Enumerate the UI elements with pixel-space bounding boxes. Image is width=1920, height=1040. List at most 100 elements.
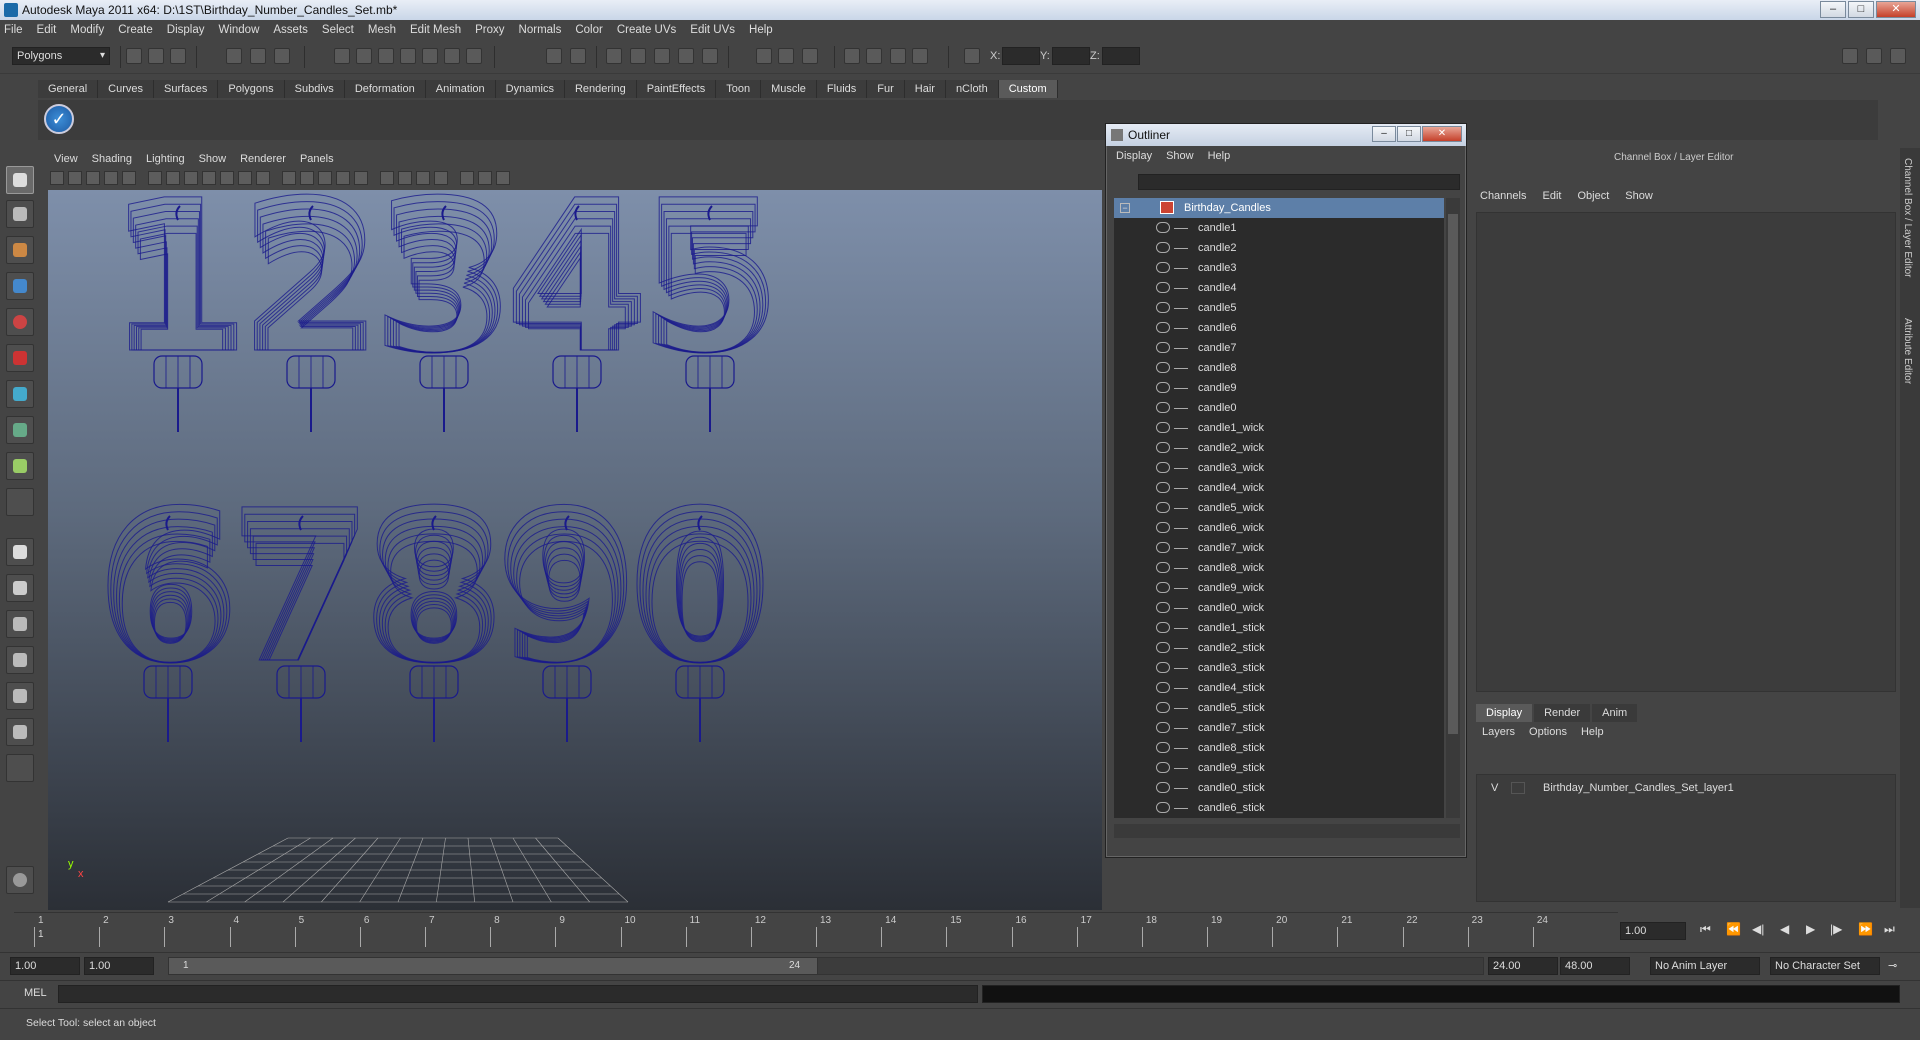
side-tab-attribute-editor[interactable]: Attribute Editor — [1902, 318, 1913, 384]
menu-set-dropdown[interactable]: Polygons — [12, 47, 110, 65]
step-back-key-icon[interactable]: ◀| — [1752, 922, 1764, 936]
outliner-vscrollbar[interactable] — [1446, 198, 1460, 818]
minimize-button[interactable]: – — [1820, 1, 1846, 18]
step-forward-key-icon[interactable]: |▶ — [1830, 922, 1842, 936]
render-view-icon[interactable] — [702, 48, 718, 64]
outliner-item[interactable]: candle5 — [1114, 298, 1444, 318]
close-button[interactable]: ✕ — [1876, 1, 1916, 18]
manipulator-tool-icon[interactable] — [6, 380, 34, 408]
layout-graph-icon[interactable] — [6, 718, 34, 746]
candle-5-mesh[interactable]: 555555 — [636, 190, 784, 432]
shelf-tab-animation[interactable]: Animation — [425, 80, 496, 98]
outliner-menu-help[interactable]: Help — [1208, 150, 1231, 162]
render-current-frame-icon[interactable] — [606, 48, 622, 64]
outliner-close-button[interactable]: ✕ — [1422, 126, 1462, 142]
hypershade-icon[interactable] — [678, 48, 694, 64]
mel-label[interactable]: MEL — [24, 987, 47, 999]
show-attr-editor-icon[interactable] — [802, 48, 818, 64]
menu-create-uvs[interactable]: Create UVs — [617, 24, 676, 36]
save-scene-icon[interactable] — [170, 48, 186, 64]
shelf-tab-muscle[interactable]: Muscle — [761, 80, 817, 98]
shelf-tab-painteffects[interactable]: PaintEffects — [636, 80, 717, 98]
outliner-item[interactable]: candle6_stick — [1114, 798, 1444, 818]
menu-edit-mesh[interactable]: Edit Mesh — [410, 24, 461, 36]
side-tab-channel-box[interactable]: Channel Box / Layer Editor — [1902, 158, 1913, 278]
outliner-filter-field[interactable] — [1138, 174, 1460, 190]
outliner-root-row[interactable]: − Birthday_Candles — [1114, 198, 1444, 218]
paint-select-tool-icon[interactable] — [6, 236, 34, 264]
auto-key-icon[interactable]: ⊸ — [1888, 959, 1897, 972]
go-to-end-icon[interactable]: ⏭ — [1884, 922, 1895, 937]
layout-single-icon[interactable] — [6, 538, 34, 566]
menu-assets[interactable]: Assets — [273, 24, 308, 36]
shelf-tab-fluids[interactable]: Fluids — [816, 80, 868, 98]
layer-menu-options[interactable]: Options — [1529, 726, 1567, 738]
outliner-item[interactable]: candle2_stick — [1114, 638, 1444, 658]
layer-menu-layers[interactable]: Layers — [1482, 726, 1515, 738]
animation-start-field[interactable]: 1.00 — [10, 957, 80, 975]
grid-icon[interactable] — [148, 171, 162, 185]
snap-view-plane-icon[interactable] — [400, 48, 416, 64]
select-camera-icon[interactable] — [68, 171, 82, 185]
menu-edit-uvs[interactable]: Edit UVs — [690, 24, 735, 36]
select-component-icon[interactable] — [274, 48, 290, 64]
shelf-tab-dynamics[interactable]: Dynamics — [495, 80, 565, 98]
outliner-hscrollbar[interactable] — [1114, 824, 1460, 838]
isolate-icon[interactable] — [434, 171, 448, 185]
backface-icon[interactable] — [496, 171, 510, 185]
tab-display[interactable]: Display — [1476, 704, 1533, 722]
outliner-minimize-button[interactable]: – — [1372, 126, 1396, 142]
anim-layer-dropdown[interactable]: No Anim Layer — [1650, 957, 1760, 975]
bookmark-icon[interactable] — [104, 171, 118, 185]
outliner-titlebar[interactable]: Outliner – □ ✕ — [1106, 124, 1466, 146]
toggle-outliner-icon[interactable] — [912, 48, 928, 64]
z-field[interactable] — [1102, 47, 1140, 65]
outliner-item[interactable]: candle0_stick — [1114, 778, 1444, 798]
candle-3-mesh[interactable]: 333333 — [370, 190, 518, 432]
y-field[interactable] — [1052, 47, 1090, 65]
ipr-render-icon[interactable] — [630, 48, 646, 64]
new-scene-icon[interactable] — [126, 48, 142, 64]
last-tool-icon[interactable] — [6, 488, 34, 516]
vp-menu-panels[interactable]: Panels — [300, 153, 334, 165]
select-highlight-icon[interactable] — [570, 48, 586, 64]
move-tool-icon[interactable] — [6, 272, 34, 300]
outliner-item[interactable]: candle9 — [1114, 378, 1444, 398]
command-input[interactable] — [58, 985, 978, 1003]
menu-modify[interactable]: Modify — [70, 24, 104, 36]
menu-help[interactable]: Help — [749, 24, 773, 36]
menu-file[interactable]: File — [4, 24, 23, 36]
vp-menu-show[interactable]: Show — [199, 153, 227, 165]
outliner-item[interactable]: candle0_wick — [1114, 598, 1444, 618]
scale-tool-icon[interactable] — [6, 344, 34, 372]
outliner-item[interactable]: candle7 — [1114, 338, 1444, 358]
select-object-icon[interactable] — [250, 48, 266, 64]
outliner-menu-display[interactable]: Display — [1116, 150, 1152, 162]
play-forwards-icon[interactable]: ▶ — [1806, 922, 1815, 936]
outliner-item[interactable]: candle2_wick — [1114, 438, 1444, 458]
outliner-item[interactable]: candle0 — [1114, 398, 1444, 418]
outliner-item[interactable]: candle3_stick — [1114, 658, 1444, 678]
go-to-start-icon[interactable]: ⏮ — [1700, 922, 1711, 937]
playback-start-field[interactable]: 1.00 — [84, 957, 154, 975]
collapse-icon[interactable]: − — [1120, 203, 1130, 213]
rename-icon[interactable] — [778, 48, 794, 64]
outliner-item[interactable]: candle7_wick — [1114, 538, 1444, 558]
time-slider[interactable]: 1 1 2 3 4 5 6 7 8 9 10 11 12 13 14 15 16 17 18 19 20 21 22 23 2… — [14, 912, 1618, 948]
menu-mesh[interactable]: Mesh — [368, 24, 396, 36]
layer-menu-help[interactable]: Help — [1581, 726, 1604, 738]
play-backwards-icon[interactable]: ◀ — [1780, 922, 1789, 936]
cb-menu-channels[interactable]: Channels — [1480, 190, 1526, 202]
show-hide-panel-icon[interactable] — [1842, 48, 1858, 64]
safe-title-icon[interactable] — [256, 171, 270, 185]
scroll-thumb[interactable] — [1448, 214, 1458, 734]
resolution-gate-icon[interactable] — [184, 171, 198, 185]
character-set-dropdown[interactable]: No Character Set — [1770, 957, 1880, 975]
shelf-custom-check-icon[interactable]: ✓ — [44, 104, 74, 134]
outliner-item[interactable]: candle2 — [1114, 238, 1444, 258]
field-chart-icon[interactable] — [220, 171, 234, 185]
outliner-item[interactable]: candle3_wick — [1114, 458, 1444, 478]
shelf-tab-general[interactable]: General — [38, 80, 99, 98]
input-line-icon[interactable] — [756, 48, 772, 64]
bounding-box-icon[interactable] — [336, 171, 350, 185]
